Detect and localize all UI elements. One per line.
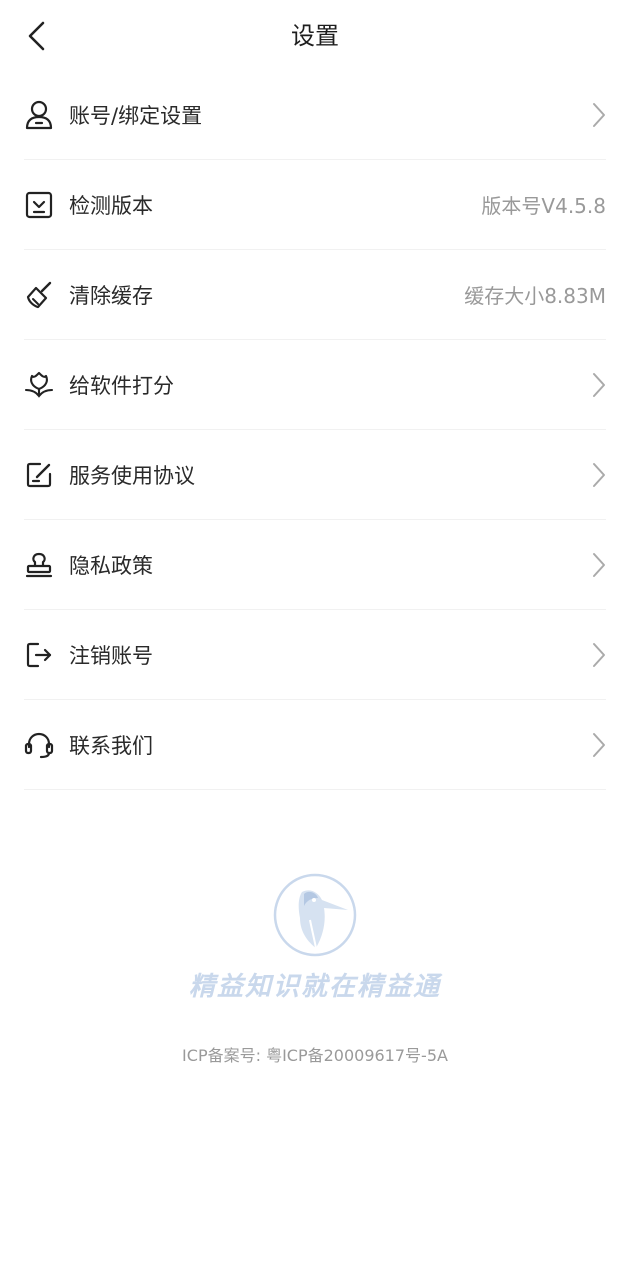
icp-record: ICP备案号: 粤ICP备20009617号-5A	[182, 1046, 448, 1065]
menu-item-privacy-policy[interactable]: 隐私政策	[24, 520, 606, 610]
version-value: 版本号V4.5.8	[481, 194, 606, 218]
menu-label: 联系我们	[69, 733, 153, 758]
logout-icon	[24, 640, 54, 670]
edit-icon	[24, 460, 54, 490]
menu-item-service-agreement[interactable]: 服务使用协议	[24, 430, 606, 520]
menu-item-rate-app[interactable]: 给软件打分	[24, 340, 606, 430]
stamp-icon	[24, 550, 54, 580]
chevron-right-icon	[588, 730, 606, 760]
woodpecker-logo-icon	[273, 873, 357, 957]
download-box-icon	[24, 190, 54, 220]
flower-icon	[24, 370, 54, 400]
menu-label: 服务使用协议	[69, 463, 195, 488]
user-icon	[24, 100, 54, 130]
settings-menu: 账号/绑定设置 检测版本 版本号V4.5.8 清除缓存 缓存大小8.83M 给软…	[0, 70, 630, 790]
menu-item-delete-account[interactable]: 注销账号	[24, 610, 606, 700]
page-title: 设置	[291, 22, 339, 50]
menu-item-check-version[interactable]: 检测版本 版本号V4.5.8	[24, 160, 606, 250]
chevron-right-icon	[588, 640, 606, 670]
chevron-right-icon	[588, 370, 606, 400]
menu-label: 隐私政策	[69, 553, 153, 578]
menu-label: 给软件打分	[69, 373, 174, 398]
header: 设置	[0, 0, 630, 72]
menu-item-account-binding[interactable]: 账号/绑定设置	[24, 70, 606, 160]
menu-label: 注销账号	[69, 643, 153, 668]
headset-icon	[24, 730, 54, 760]
chevron-right-icon	[588, 100, 606, 130]
menu-item-contact-us[interactable]: 联系我们	[24, 700, 606, 790]
chevron-right-icon	[588, 550, 606, 580]
slogan: 精益知识就在精益通	[188, 972, 441, 1002]
menu-label: 账号/绑定设置	[69, 103, 203, 128]
menu-label: 清除缓存	[69, 283, 153, 308]
brand-section: 精益知识就在精益通	[0, 872, 630, 1003]
menu-item-clear-cache[interactable]: 清除缓存 缓存大小8.83M	[24, 250, 606, 340]
broom-icon	[24, 280, 54, 310]
chevron-right-icon	[588, 460, 606, 490]
menu-label: 检测版本	[69, 193, 153, 218]
cache-size-value: 缓存大小8.83M	[464, 284, 606, 308]
